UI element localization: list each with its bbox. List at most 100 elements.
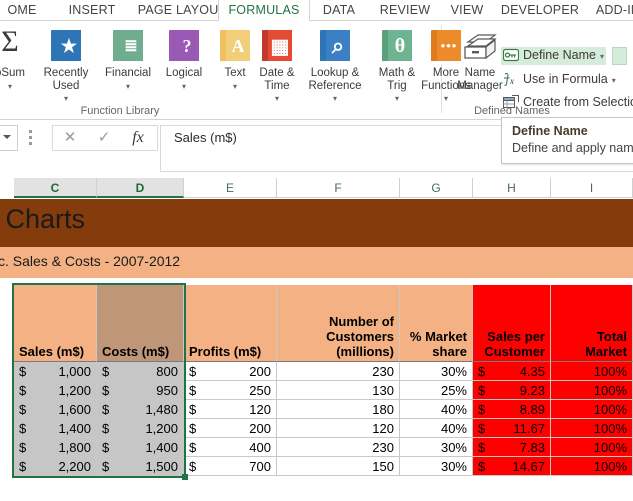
table-cell[interactable]: $1,000	[14, 362, 97, 381]
table-cell[interactable]: $1,200	[97, 419, 184, 438]
ribbon-tab-view[interactable]: VIEW	[441, 0, 493, 21]
table-cell[interactable]: $120	[184, 400, 277, 419]
define-name-command[interactable]: Define Name ▾	[501, 47, 606, 65]
table-cell[interactable]: $14.67	[473, 457, 551, 476]
table-cell[interactable]: 180	[277, 400, 400, 419]
table-cell[interactable]: 30%	[400, 362, 473, 381]
date-time-dropdown-caret-icon[interactable]: ▾	[245, 92, 309, 106]
table-cell[interactable]: $8.89	[473, 400, 551, 419]
table-cell[interactable]: $9.23	[473, 381, 551, 400]
table-cell[interactable]: 100%	[551, 381, 633, 400]
table-cell[interactable]: $950	[97, 381, 184, 400]
column-header-D[interactable]: D	[97, 178, 184, 198]
define-name-split-arrow[interactable]	[612, 47, 627, 65]
table-cell[interactable]: 120	[277, 419, 400, 438]
chevron-down-icon[interactable]	[3, 135, 11, 139]
table-cell[interactable]: 230	[277, 362, 400, 381]
column-header-E[interactable]: E	[184, 178, 277, 198]
cell-value: 100%	[593, 402, 627, 417]
column-header-H[interactable]: H	[473, 178, 551, 198]
formula-bar-grip[interactable]	[29, 130, 32, 145]
cell-value: 40%	[440, 402, 467, 417]
currency-symbol: $	[189, 421, 197, 436]
table-cell[interactable]: 40%	[400, 400, 473, 419]
ribbon-tab-data[interactable]: DATA	[310, 0, 368, 21]
lookup-reference-button[interactable]: ⌕ Lookup & Reference ▾	[303, 25, 367, 106]
table-cell[interactable]: 100%	[551, 457, 633, 476]
lookup-reference-dropdown-caret-icon[interactable]: ▾	[303, 92, 367, 106]
table-cell[interactable]: 30%	[400, 438, 473, 457]
header-line: Market	[585, 344, 627, 359]
ribbon-tab-review[interactable]: REVIEW	[370, 0, 440, 21]
recently-used-button[interactable]: ★ Recently Used ▾	[34, 25, 98, 106]
define-name-caret-icon[interactable]: ▾	[600, 52, 604, 61]
star-book-icon: ★	[51, 30, 81, 64]
question-book-icon: ?	[169, 30, 199, 64]
cell-value: 1,200	[58, 383, 91, 398]
table-header-total-market[interactable]: Total Market	[551, 285, 633, 362]
column-header-I[interactable]: I	[551, 178, 633, 198]
table-cell[interactable]: $400	[184, 438, 277, 457]
table-cell[interactable]: 40%	[400, 419, 473, 438]
fill-handle[interactable]	[182, 474, 188, 480]
column-header-G[interactable]: G	[400, 178, 473, 198]
table-cell[interactable]: 130	[277, 381, 400, 400]
table-cell[interactable]: $1,600	[14, 400, 97, 419]
ribbon-tab-developer[interactable]: DEVELOPER	[494, 0, 586, 21]
financial-button[interactable]: ≣ Financial ▾	[96, 25, 160, 93]
use-in-formula-command[interactable]: x Use in Formula ▾	[503, 71, 616, 89]
ribbon-tab-insert[interactable]: INSERT	[57, 0, 127, 21]
table-cell[interactable]: $11.67	[473, 419, 551, 438]
create-from-selection-command[interactable]: Create from Selection	[503, 94, 633, 112]
name-manager-button[interactable]: Name Manager	[452, 25, 508, 92]
ribbon-tab-add-in[interactable]: ADD-IN	[588, 0, 633, 21]
table-cell[interactable]: $800	[97, 362, 184, 381]
tooltip-title: Define Name	[512, 124, 588, 138]
header-line: Costs (m$)	[102, 344, 170, 359]
table-cell[interactable]: 100%	[551, 438, 633, 457]
recently-used-dropdown-caret-icon[interactable]: ▾	[34, 92, 98, 106]
table-cell[interactable]: $7.83	[473, 438, 551, 457]
table-header-market-share[interactable]: % Market share	[400, 285, 473, 362]
table-cell[interactable]: 230	[277, 438, 400, 457]
table-cell[interactable]: $250	[184, 381, 277, 400]
table-cell[interactable]: $1,800	[14, 438, 97, 457]
table-cell[interactable]: 100%	[551, 400, 633, 419]
table-cell[interactable]: $1,500	[97, 457, 184, 476]
formula-input-value: Sales (m$)	[174, 130, 237, 145]
table-cell[interactable]: $1,480	[97, 400, 184, 419]
table-cell[interactable]: $700	[184, 457, 277, 476]
ribbon-tab-formulas[interactable]: FORMULAS	[218, 0, 310, 21]
table-cell[interactable]: 150	[277, 457, 400, 476]
sheet-spacer-row	[0, 278, 633, 285]
name-box[interactable]	[0, 125, 18, 151]
table-cell[interactable]: 30%	[400, 457, 473, 476]
date-time-button[interactable]: ▦ Date & Time ▾	[245, 25, 309, 106]
table-header-profits-text: Profits (m$)	[189, 344, 261, 359]
table-cell[interactable]: $1,400	[97, 438, 184, 457]
column-header-C[interactable]: C	[14, 178, 97, 198]
table-cell[interactable]: $200	[184, 362, 277, 381]
cancel-icon[interactable]: ✕	[53, 126, 87, 150]
table-cell[interactable]: 25%	[400, 381, 473, 400]
table-cell[interactable]: $1,400	[14, 419, 97, 438]
table-cell[interactable]: 100%	[551, 419, 633, 438]
enter-icon[interactable]: ✓	[87, 126, 121, 150]
use-in-formula-caret-icon[interactable]: ▾	[612, 76, 616, 85]
table-cell[interactable]: $2,200	[14, 457, 97, 476]
insert-function-icon[interactable]: fx	[121, 126, 155, 150]
column-header-F[interactable]: F	[277, 178, 400, 198]
table-cell[interactable]: $4.35	[473, 362, 551, 381]
table-cell[interactable]: $1,200	[14, 381, 97, 400]
table-header-costs[interactable]: Costs (m$)	[97, 285, 184, 362]
table-header-customers[interactable]: Number of Customers (millions)	[277, 285, 400, 362]
table-cell[interactable]: $200	[184, 419, 277, 438]
table-header-sales-per-customer[interactable]: Sales per Customer	[473, 285, 551, 362]
table-header-profits[interactable]: Profits (m$)	[184, 285, 277, 362]
table-header-sales[interactable]: Sales (m$)	[14, 285, 97, 362]
financial-dropdown-caret-icon[interactable]: ▾	[96, 80, 160, 94]
more-functions-dropdown-caret-icon[interactable]: ▾	[414, 92, 478, 106]
ribbon-tab-ome[interactable]: OME	[0, 0, 50, 21]
table-cell[interactable]: 100%	[551, 362, 633, 381]
svg-text:x: x	[509, 76, 514, 86]
